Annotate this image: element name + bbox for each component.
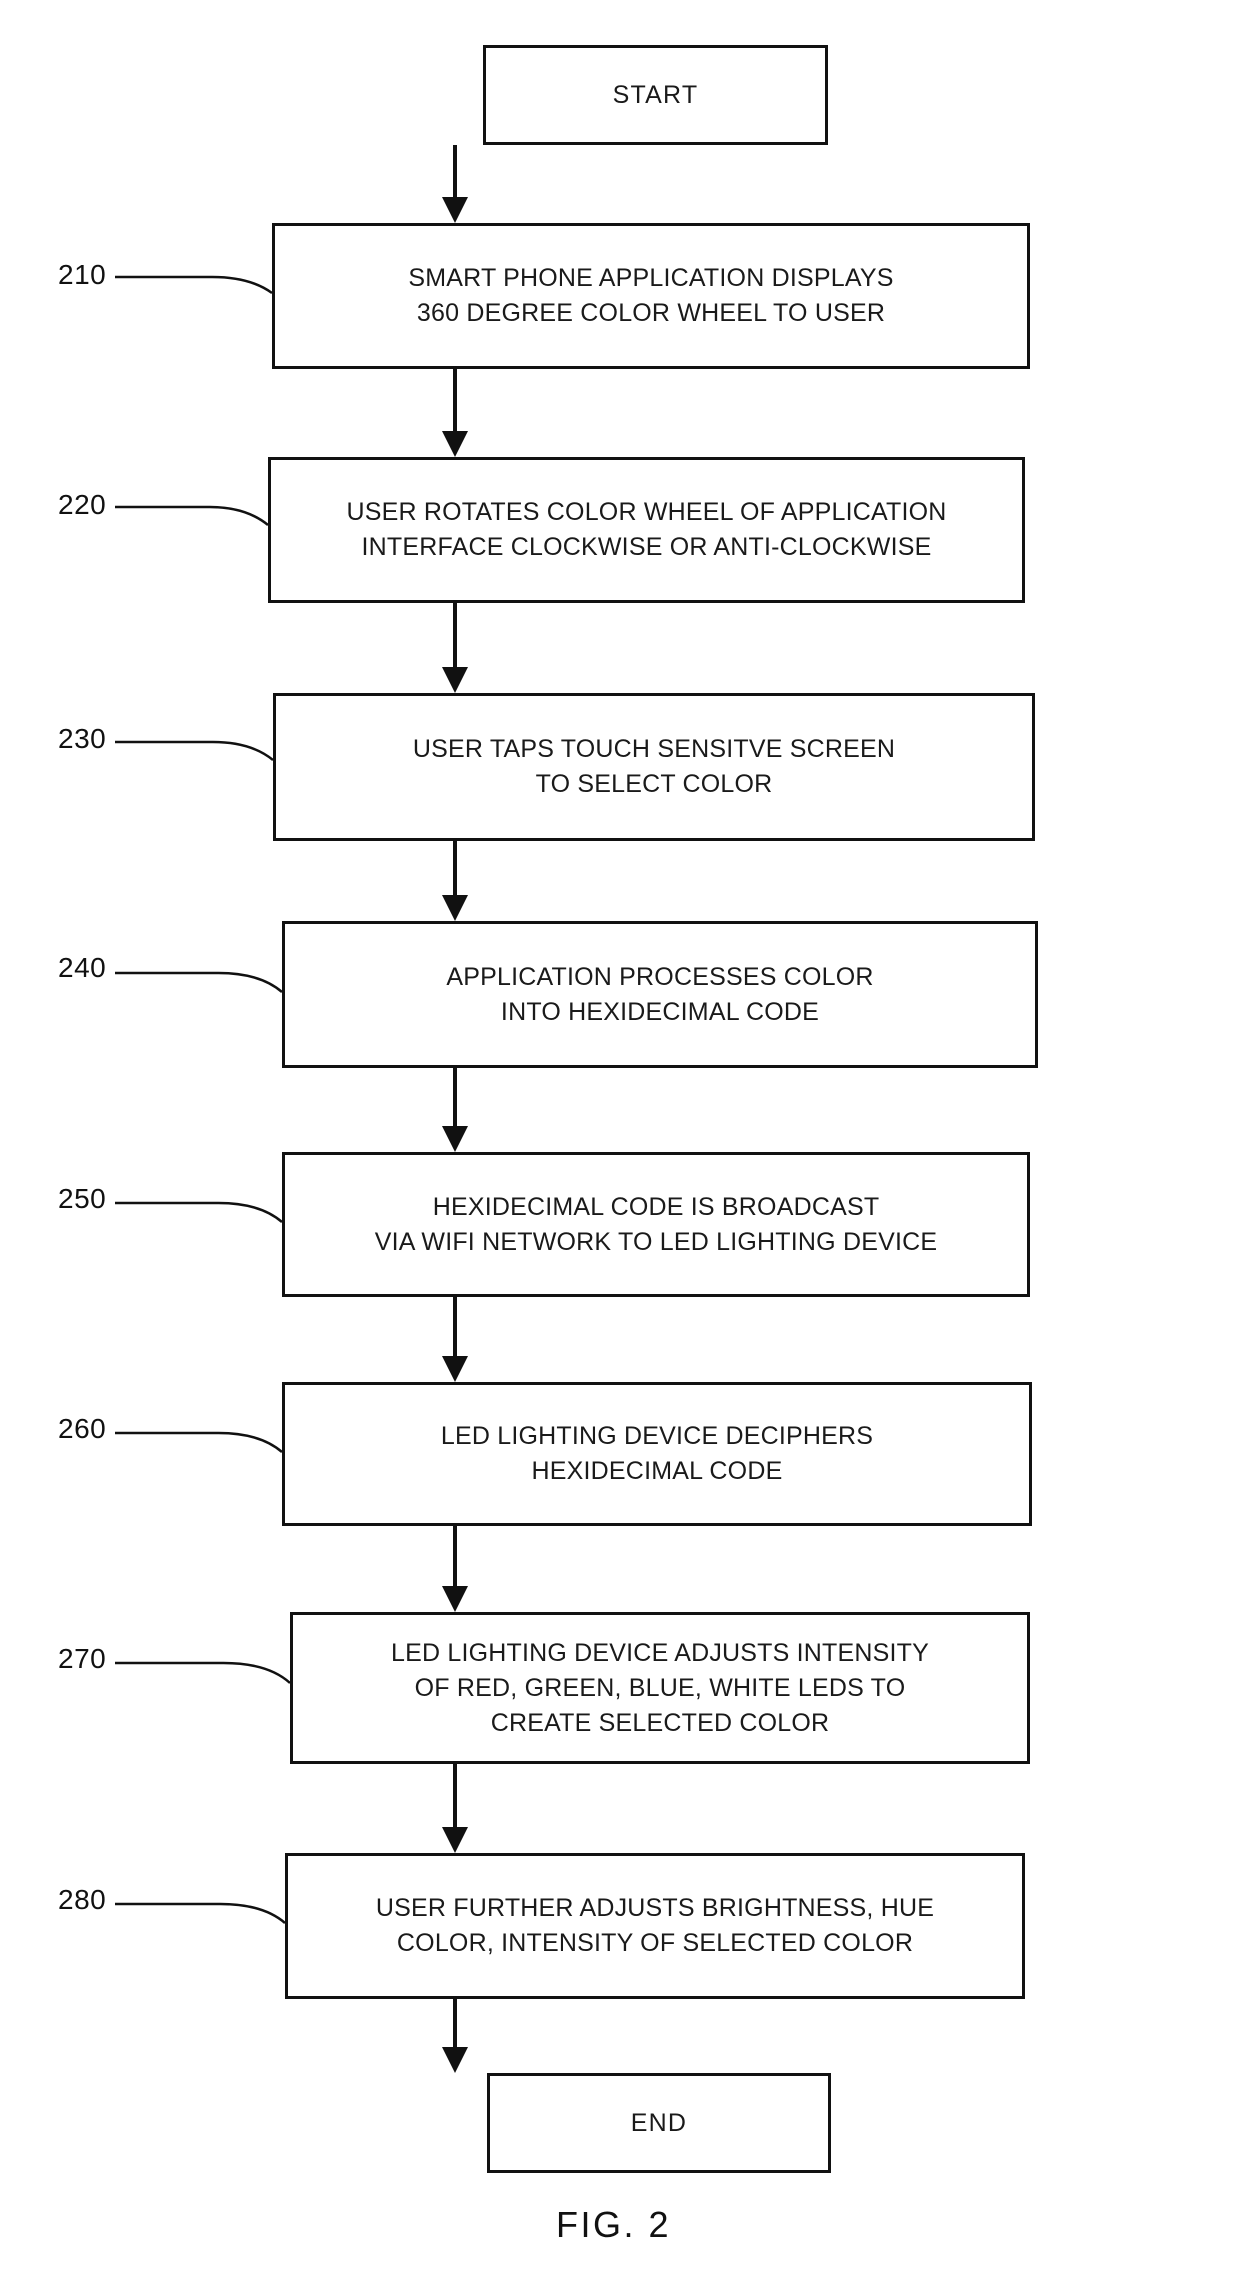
flow-node-text-line: VIA WIFI NETWORK TO LED LIGHTING DEVICE bbox=[374, 1227, 938, 1256]
flow-node-text-line: HEXIDECIMAL CODE IS BROADCAST bbox=[432, 1192, 880, 1221]
flow-node-step-260: LED LIGHTING DEVICE DECIPHERS HEXIDECIMAL… bbox=[282, 1382, 1032, 1526]
arrow-280-end-head bbox=[442, 2047, 468, 2073]
flow-node-text-line: 360 DEGREE COLOR WHEEL TO USER bbox=[416, 299, 886, 327]
flow-node-step-240: APPLICATION PROCESSES COLOR INTO HEXIDECI… bbox=[282, 921, 1038, 1068]
flow-node-text-line: USER FURTHER ADJUSTS BRIGHTNESS, HUE bbox=[375, 1894, 935, 1922]
reference-leader-group bbox=[115, 275, 291, 1924]
arrow-240-250-head bbox=[442, 1126, 468, 1152]
arrow-250-260-head bbox=[442, 1356, 468, 1382]
reference-numeral-260: 260 bbox=[58, 1413, 107, 1444]
flow-node-text-line: LED LIGHTING DEVICE DECIPHERS bbox=[440, 1422, 874, 1450]
flow-node-end: END bbox=[487, 2073, 831, 2173]
flow-node-start: START bbox=[483, 45, 828, 145]
reference-numeral-280: 280 bbox=[58, 1884, 107, 1915]
reference-numeral-220: 220 bbox=[58, 489, 107, 520]
flow-node-step-210: SMART PHONE APPLICATION DISPLAYS 360 DEGR… bbox=[272, 223, 1030, 369]
figure-caption: FIG. 2 bbox=[556, 2204, 672, 2245]
leader-line-220 bbox=[115, 505, 269, 526]
reference-numeral-250: 250 bbox=[58, 1183, 107, 1214]
arrow-210-220-head bbox=[442, 431, 468, 457]
flow-node-text-line: CREATE SELECTED COLOR bbox=[490, 1708, 830, 1737]
flow-node-text-line: INTO HEXIDECIMAL CODE bbox=[500, 997, 820, 1026]
leader-line-210 bbox=[115, 275, 273, 295]
flow-node-text-line: INTERFACE CLOCKWISE OR ANTI-CLOCKWISE bbox=[361, 533, 932, 561]
arrow-230-240-head bbox=[442, 895, 468, 921]
arrow-260-270-head bbox=[442, 1586, 468, 1612]
flow-node-step-220: USER ROTATES COLOR WHEEL OF APPLICATION I… bbox=[268, 457, 1025, 603]
leader-line-260 bbox=[115, 1431, 283, 1453]
flow-node-text-line: END bbox=[630, 2108, 688, 2137]
flow-node-text-line: HEXIDECIMAL CODE bbox=[531, 1457, 783, 1485]
arrow-group bbox=[442, 145, 468, 2073]
flow-node-text-line: APPLICATION PROCESSES COLOR bbox=[446, 962, 874, 991]
leader-line-270 bbox=[115, 1661, 291, 1684]
flow-node-text-line: USER ROTATES COLOR WHEEL OF APPLICATION bbox=[346, 498, 947, 526]
flow-node-text-line: LED LIGHTING DEVICE ADJUSTS INTENSITY bbox=[390, 1638, 930, 1667]
reference-numeral-230: 230 bbox=[58, 723, 107, 754]
flow-node-text-line: COLOR, INTENSITY OF SELECTED COLOR bbox=[396, 1929, 914, 1957]
patent-figure-sheet: START SMART PHONE APPLICATION DISPLAYS 360… bbox=[0, 0, 1240, 2295]
flow-node-text-line: USER TAPS TOUCH SENSITVE SCREEN bbox=[412, 735, 896, 763]
arrow-270-280-head bbox=[442, 1827, 468, 1853]
flow-node-step-280: USER FURTHER ADJUSTS BRIGHTNESS, HUE COLO… bbox=[285, 1853, 1025, 1999]
flow-node-step-250: HEXIDECIMAL CODE IS BROADCAST VIA WIFI NE… bbox=[282, 1152, 1030, 1297]
flow-node-step-230: USER TAPS TOUCH SENSITVE SCREEN TO SELECT… bbox=[273, 693, 1035, 841]
reference-numeral-240: 240 bbox=[58, 952, 107, 983]
flow-node-text-line: TO SELECT COLOR bbox=[535, 770, 773, 798]
flow-node-text-line: OF RED, GREEN, BLUE, WHITE LEDS TO bbox=[414, 1673, 906, 1702]
reference-numeral-270: 270 bbox=[58, 1643, 107, 1674]
leader-line-230 bbox=[115, 740, 274, 761]
arrow-220-230-head bbox=[442, 667, 468, 693]
flow-node-text-line: START bbox=[612, 80, 699, 109]
flow-node-step-270: LED LIGHTING DEVICE ADJUSTS INTENSITY OF … bbox=[290, 1612, 1030, 1764]
flow-node-text-line: SMART PHONE APPLICATION DISPLAYS bbox=[408, 264, 894, 292]
arrow-start-210-head bbox=[442, 197, 468, 223]
leader-line-280 bbox=[115, 1902, 286, 1924]
reference-numeral-210: 210 bbox=[58, 259, 107, 290]
leader-line-240 bbox=[115, 971, 283, 993]
leader-line-250 bbox=[115, 1201, 283, 1223]
